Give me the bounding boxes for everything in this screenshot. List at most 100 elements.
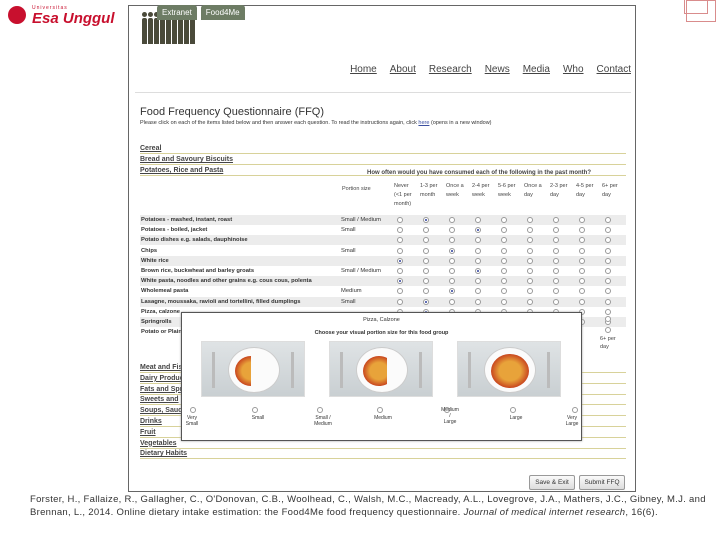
- frequency-radio[interactable]: [423, 237, 429, 244]
- frequency-radio[interactable]: [605, 247, 611, 254]
- frequency-radio[interactable]: [553, 247, 559, 254]
- frequency-radio[interactable]: [527, 217, 533, 223]
- frequency-radio[interactable]: [397, 217, 403, 223]
- instructions-link[interactable]: here: [418, 120, 429, 126]
- frequency-radio[interactable]: [579, 237, 585, 244]
- category-link[interactable]: Bread and Savoury Biscuits: [140, 155, 626, 165]
- frequency-radio[interactable]: [423, 298, 429, 305]
- frequency-radio[interactable]: [449, 227, 455, 234]
- frequency-radio[interactable]: [449, 237, 455, 244]
- frequency-radio[interactable]: [579, 288, 585, 295]
- save-exit-button[interactable]: Save & Exit: [529, 475, 575, 490]
- frequency-radio[interactable]: [449, 217, 455, 223]
- category-link[interactable]: Dietary Habits: [140, 449, 626, 460]
- frequency-radio[interactable]: [475, 268, 481, 274]
- frequency-radio[interactable]: [397, 298, 403, 305]
- frequency-radio[interactable]: [449, 257, 455, 264]
- frequency-radio[interactable]: [553, 257, 559, 264]
- frequency-radio[interactable]: [501, 288, 507, 295]
- frequency-radio[interactable]: [501, 217, 507, 223]
- frequency-radio[interactable]: [449, 278, 455, 285]
- frequency-radio[interactable]: [527, 268, 533, 274]
- frequency-radio[interactable]: [553, 298, 559, 305]
- frequency-radio[interactable]: [449, 268, 455, 274]
- frequency-radio[interactable]: [605, 257, 611, 264]
- frequency-radio[interactable]: [501, 278, 507, 285]
- frequency-radio[interactable]: [605, 298, 611, 305]
- frequency-radio[interactable]: [605, 327, 611, 333]
- frequency-radio[interactable]: [449, 247, 455, 254]
- top-link-food4me[interactable]: Food4Me: [200, 5, 245, 20]
- frequency-radio[interactable]: [449, 288, 455, 295]
- frequency-radio[interactable]: [553, 268, 559, 274]
- portion-radio[interactable]: [572, 407, 578, 413]
- frequency-radio[interactable]: [605, 308, 611, 315]
- frequency-radio[interactable]: [605, 278, 611, 285]
- nav-research[interactable]: Research: [429, 64, 472, 75]
- frequency-radio[interactable]: [397, 237, 403, 244]
- frequency-radio[interactable]: [579, 227, 585, 234]
- frequency-radio[interactable]: [579, 257, 585, 264]
- nav-about[interactable]: About: [390, 64, 416, 75]
- portion-image-small[interactable]: [201, 341, 305, 397]
- frequency-radio[interactable]: [475, 227, 481, 234]
- frequency-radio[interactable]: [423, 257, 429, 264]
- frequency-radio[interactable]: [423, 278, 429, 285]
- frequency-radio[interactable]: [527, 237, 533, 244]
- portion-radio[interactable]: [510, 407, 516, 413]
- frequency-radio[interactable]: [579, 217, 585, 223]
- frequency-radio[interactable]: [501, 237, 507, 244]
- frequency-radio[interactable]: [423, 268, 429, 274]
- frequency-radio[interactable]: [475, 298, 481, 305]
- top-link-extranet[interactable]: Extranet: [157, 5, 197, 20]
- frequency-radio[interactable]: [397, 257, 403, 264]
- frequency-radio[interactable]: [579, 278, 585, 285]
- frequency-radio[interactable]: [553, 227, 559, 234]
- portion-radio[interactable]: [252, 407, 258, 413]
- frequency-radio[interactable]: [501, 227, 507, 234]
- portion-image-large[interactable]: [457, 341, 561, 397]
- frequency-radio[interactable]: [605, 288, 611, 295]
- frequency-radio[interactable]: [527, 227, 533, 234]
- frequency-radio[interactable]: [553, 278, 559, 285]
- frequency-radio[interactable]: [475, 217, 481, 223]
- portion-radio[interactable]: [317, 407, 323, 413]
- frequency-radio[interactable]: [397, 247, 403, 254]
- frequency-radio[interactable]: [423, 217, 429, 223]
- nav-news[interactable]: News: [485, 64, 510, 75]
- frequency-radio[interactable]: [553, 237, 559, 244]
- frequency-radio[interactable]: [527, 257, 533, 264]
- frequency-radio[interactable]: [501, 247, 507, 254]
- frequency-radio[interactable]: [397, 227, 403, 234]
- frequency-radio[interactable]: [553, 217, 559, 223]
- frequency-radio[interactable]: [527, 278, 533, 285]
- frequency-radio[interactable]: [423, 227, 429, 234]
- frequency-radio[interactable]: [449, 298, 455, 305]
- nav-home[interactable]: Home: [350, 64, 377, 75]
- frequency-radio[interactable]: [605, 268, 611, 274]
- frequency-radio[interactable]: [501, 257, 507, 264]
- frequency-radio[interactable]: [605, 316, 611, 322]
- nav-contact[interactable]: Contact: [597, 64, 631, 75]
- frequency-radio[interactable]: [423, 247, 429, 254]
- frequency-radio[interactable]: [527, 288, 533, 295]
- frequency-radio[interactable]: [475, 247, 481, 254]
- frequency-radio[interactable]: [501, 298, 507, 305]
- frequency-radio[interactable]: [397, 268, 403, 274]
- category-link[interactable]: Cereal: [140, 144, 626, 154]
- frequency-radio[interactable]: [527, 298, 533, 305]
- frequency-radio[interactable]: [501, 268, 507, 274]
- frequency-radio[interactable]: [475, 288, 481, 295]
- frequency-radio[interactable]: [579, 298, 585, 305]
- frequency-radio[interactable]: [579, 268, 585, 274]
- frequency-radio[interactable]: [397, 278, 403, 285]
- frequency-radio[interactable]: [475, 237, 481, 244]
- portion-radio[interactable]: [190, 407, 196, 413]
- frequency-radio[interactable]: [475, 257, 481, 264]
- frequency-radio[interactable]: [553, 288, 559, 295]
- frequency-radio[interactable]: [397, 288, 403, 295]
- frequency-radio[interactable]: [475, 278, 481, 285]
- submit-ffq-button[interactable]: Submit FFQ: [579, 475, 625, 490]
- frequency-radio[interactable]: [605, 217, 611, 223]
- nav-who[interactable]: Who: [563, 64, 584, 75]
